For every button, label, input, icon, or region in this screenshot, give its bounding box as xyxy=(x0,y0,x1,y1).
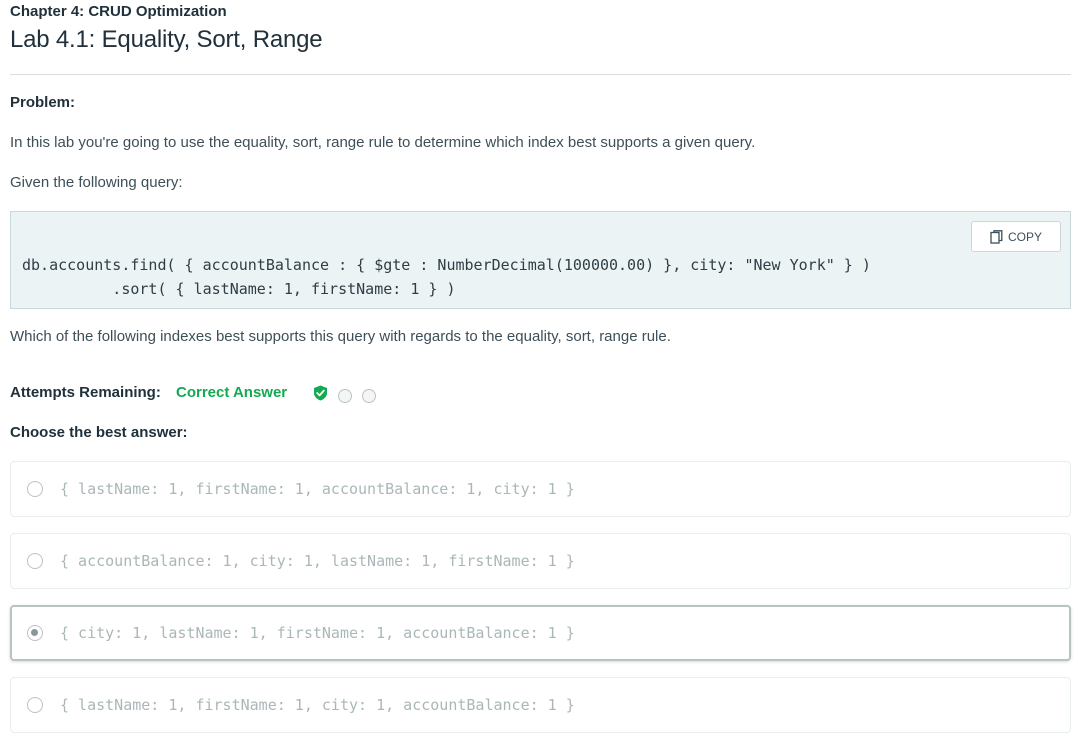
answer-option-3[interactable]: { city: 1, lastName: 1, firstName: 1, ac… xyxy=(10,605,1071,661)
copy-label: COPY xyxy=(1007,229,1042,244)
code-line: .sort( { lastName: 1, firstName: 1 } ) xyxy=(22,280,456,298)
attempt-indicators xyxy=(313,385,376,406)
answer-text: { city: 1, lastName: 1, firstName: 1, ac… xyxy=(60,624,575,642)
answer-option-1[interactable]: { lastName: 1, firstName: 1, accountBala… xyxy=(10,461,1071,517)
copy-icon xyxy=(990,229,1003,244)
attempt-status: Correct Answer xyxy=(176,384,288,401)
problem-intro: In this lab you're going to use the equa… xyxy=(10,134,756,151)
radio-button[interactable] xyxy=(27,697,43,713)
choose-label: Choose the best answer: xyxy=(10,424,188,441)
radio-button-selected[interactable] xyxy=(27,625,43,641)
check-icon xyxy=(313,385,328,406)
attempts-label: Attempts Remaining: xyxy=(10,384,161,401)
radio-button[interactable] xyxy=(27,481,43,497)
divider xyxy=(10,74,1071,75)
chapter-title: Chapter 4: CRUD Optimization xyxy=(10,3,227,20)
problem-label: Problem: xyxy=(10,94,76,111)
radio-button[interactable] xyxy=(27,553,43,569)
empty-dot xyxy=(362,388,376,403)
code-block: db.accounts.find( { accountBalance : { $… xyxy=(10,211,1071,309)
lab-title: Lab 4.1: Equality, Sort, Range xyxy=(10,26,323,53)
code-line: db.accounts.find( { accountBalance : { $… xyxy=(22,256,871,274)
empty-dot xyxy=(338,388,352,403)
question-text: Which of the following indexes best supp… xyxy=(10,328,671,345)
copy-button[interactable]: COPY xyxy=(971,221,1061,252)
answer-text: { lastName: 1, firstName: 1, accountBala… xyxy=(60,480,575,498)
given-query-label: Given the following query: xyxy=(10,174,183,191)
answer-text: { accountBalance: 1, city: 1, lastName: … xyxy=(60,552,575,570)
answer-text: { lastName: 1, firstName: 1, city: 1, ac… xyxy=(60,696,575,714)
answer-option-2[interactable]: { accountBalance: 1, city: 1, lastName: … xyxy=(10,533,1071,589)
answer-option-4[interactable]: { lastName: 1, firstName: 1, city: 1, ac… xyxy=(10,677,1071,733)
